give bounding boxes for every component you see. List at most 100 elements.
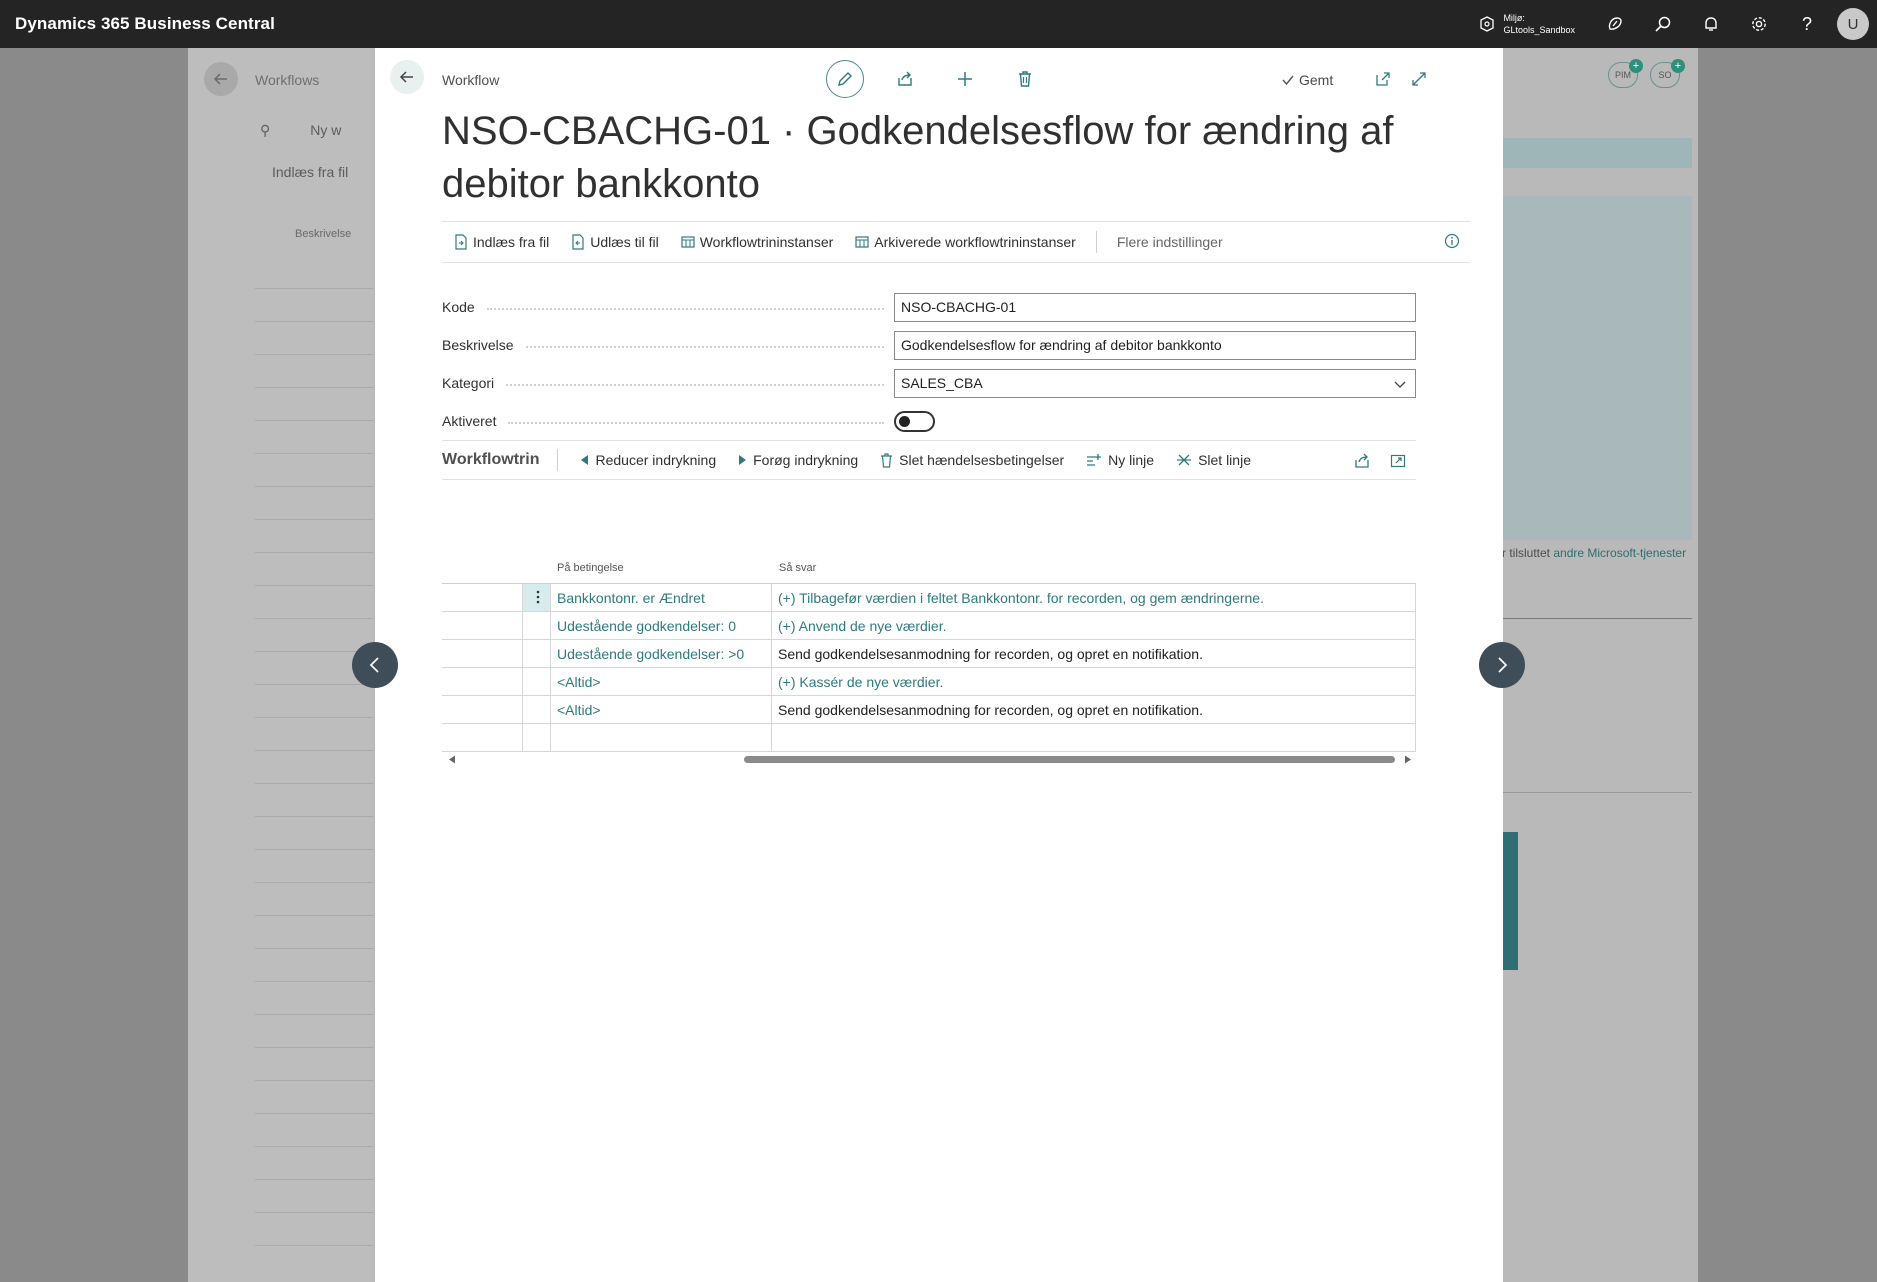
info-icon bbox=[1444, 233, 1460, 249]
column-condition[interactable]: På betingelse bbox=[557, 562, 624, 574]
open-in-new-window-button[interactable] bbox=[1365, 66, 1401, 92]
table-row[interactable]: <Altid> (+) Kassér de nye værdier. bbox=[442, 668, 1416, 696]
delete-button[interactable] bbox=[1006, 60, 1044, 98]
edit-button[interactable] bbox=[826, 60, 864, 98]
arrow-left-icon bbox=[399, 71, 413, 83]
triangle-left-icon bbox=[581, 455, 589, 465]
header-actions bbox=[826, 60, 1066, 98]
condition-cell[interactable]: <Altid> bbox=[551, 696, 772, 723]
back-button[interactable] bbox=[390, 60, 424, 94]
background-column-description: Beskrivelse bbox=[295, 228, 352, 240]
file-export-icon bbox=[572, 234, 584, 250]
scrollbar-thumb[interactable] bbox=[744, 756, 1395, 763]
trash-icon bbox=[881, 452, 893, 468]
scroll-left-icon[interactable] bbox=[448, 755, 456, 764]
more-vertical-icon bbox=[536, 590, 540, 604]
category-select[interactable]: SALES_CBA bbox=[894, 368, 1416, 398]
response-cell[interactable]: (+) Tilbagefør værdien i feltet Bankkont… bbox=[773, 584, 1264, 606]
column-response[interactable]: Så svar bbox=[779, 562, 816, 574]
grid-header: På betingelse Så svar bbox=[442, 556, 1416, 584]
pencil-icon bbox=[838, 72, 852, 86]
delete-line-button[interactable]: Slet linje bbox=[1176, 452, 1251, 468]
share-button[interactable] bbox=[886, 60, 924, 98]
grid-right-border bbox=[1415, 584, 1416, 752]
general-fields: Kode NSO-CBACHG-01 Beskrivelse Godkendel… bbox=[442, 288, 1453, 440]
settings-button[interactable] bbox=[1735, 0, 1783, 48]
avatar[interactable]: U bbox=[1837, 8, 1869, 40]
scroll-right-icon[interactable] bbox=[1404, 755, 1412, 764]
window-actions bbox=[1365, 66, 1437, 92]
new-line-button[interactable]: Ny linje bbox=[1086, 452, 1154, 468]
help-icon: ? bbox=[1801, 13, 1812, 34]
enabled-toggle[interactable] bbox=[894, 410, 935, 432]
delete-line-icon bbox=[1177, 454, 1192, 466]
row-selector[interactable] bbox=[522, 612, 551, 639]
import-from-file-button[interactable]: Indlæs fra fil bbox=[454, 234, 549, 250]
breadcrumb: Workflow bbox=[442, 72, 500, 88]
copilot-button[interactable] bbox=[1591, 0, 1639, 48]
background-list-rows bbox=[255, 256, 373, 1246]
background-toolbar-import: Indlæs fra fil bbox=[272, 164, 349, 180]
condition-cell[interactable]: Udestående godkendelser: 0 bbox=[551, 612, 772, 639]
table-row[interactable]: <Altid> Send godkendelsesanmodning for r… bbox=[442, 696, 1416, 724]
notifications-button[interactable] bbox=[1687, 0, 1735, 48]
description-field[interactable]: Godkendelsesflow for ændring af debitor … bbox=[894, 330, 1416, 360]
background-divider bbox=[1502, 618, 1692, 619]
new-button[interactable] bbox=[946, 60, 984, 98]
condition-cell[interactable]: <Altid> bbox=[551, 668, 772, 695]
background-back-button bbox=[204, 62, 238, 96]
decrease-indent-button[interactable]: Reducer indrykning bbox=[580, 452, 716, 468]
info-button[interactable] bbox=[1444, 233, 1460, 252]
expand-button[interactable] bbox=[1401, 66, 1437, 92]
search-button[interactable] bbox=[1639, 0, 1687, 48]
enabled-label: Aktiveret bbox=[442, 413, 894, 429]
chevron-down-icon bbox=[1394, 381, 1406, 388]
response-cell[interactable]: (+) Kassér de nye værdier. bbox=[773, 668, 943, 690]
table-row-empty[interactable] bbox=[442, 724, 1416, 752]
table-row[interactable]: Udestående godkendelser: 0 (+) Anvend de… bbox=[442, 612, 1416, 640]
response-cell[interactable]: Send godkendelsesanmodning for recorden,… bbox=[773, 640, 1203, 662]
app-title[interactable]: Dynamics 365 Business Central bbox=[0, 14, 275, 34]
condition-cell[interactable] bbox=[551, 724, 772, 751]
triangle-right-icon bbox=[739, 455, 747, 465]
export-to-file-button[interactable]: Udlæs til fil bbox=[571, 234, 659, 250]
open-part-button[interactable] bbox=[1380, 450, 1416, 472]
new-line-icon bbox=[1087, 454, 1102, 466]
horizontal-scrollbar[interactable] bbox=[448, 754, 1412, 764]
environment-indicator[interactable]: Miljø: GLtools_Sandbox bbox=[1479, 12, 1575, 36]
table-row[interactable]: Udestående godkendelser: >0 Send godkend… bbox=[442, 640, 1416, 668]
condition-cell[interactable]: Bankkontonr. er Ændret bbox=[551, 584, 772, 611]
next-record-button[interactable] bbox=[1479, 642, 1525, 688]
increase-indent-button[interactable]: Forøg indrykning bbox=[738, 452, 858, 468]
background-search-icon: ⚲ bbox=[260, 122, 271, 138]
table-row[interactable]: Bankkontonr. er Ændret (+) Tilbagefør væ… bbox=[442, 584, 1416, 612]
more-options-button[interactable]: Flere indstillinger bbox=[1117, 234, 1223, 250]
background-page-title: Workflows bbox=[255, 72, 320, 88]
step-instances-button[interactable]: Workflowtrininstanser bbox=[681, 234, 833, 250]
action-bar: Indlæs fra fil Udlæs til fil Workflowtri… bbox=[442, 221, 1470, 263]
condition-cell[interactable]: Udestående godkendelser: >0 bbox=[551, 640, 772, 667]
help-button[interactable]: ? bbox=[1783, 0, 1831, 48]
code-row: Kode NSO-CBACHG-01 bbox=[442, 288, 1453, 326]
previous-record-button[interactable] bbox=[352, 642, 398, 688]
workflow-steps-separator bbox=[557, 449, 559, 471]
row-selector[interactable] bbox=[522, 668, 551, 695]
row-selector[interactable] bbox=[522, 724, 551, 751]
row-menu-button[interactable] bbox=[522, 584, 551, 611]
category-row: Kategori SALES_CBA bbox=[442, 364, 1453, 402]
row-selector[interactable] bbox=[522, 640, 551, 667]
response-cell[interactable]: Send godkendelsesanmodning for recorden,… bbox=[773, 696, 1203, 718]
background-so-pill: SO + bbox=[1650, 59, 1685, 88]
gear-icon bbox=[1752, 17, 1766, 31]
response-cell[interactable]: (+) Anvend de nye værdier. bbox=[773, 612, 947, 634]
background-pim-pill: PIM + bbox=[1608, 59, 1643, 88]
archived-instances-button[interactable]: Arkiverede workflowtrininstanser bbox=[855, 234, 1076, 250]
toolbar-separator bbox=[1095, 231, 1097, 253]
share-part-button[interactable] bbox=[1344, 450, 1380, 472]
arrow-left-icon bbox=[213, 73, 227, 85]
delete-event-conditions-button[interactable]: Slet hændelsesbetingelser bbox=[880, 452, 1064, 468]
response-cell[interactable] bbox=[773, 724, 778, 730]
row-selector[interactable] bbox=[522, 696, 551, 723]
table-icon bbox=[855, 236, 869, 248]
code-field[interactable]: NSO-CBACHG-01 bbox=[894, 292, 1416, 322]
